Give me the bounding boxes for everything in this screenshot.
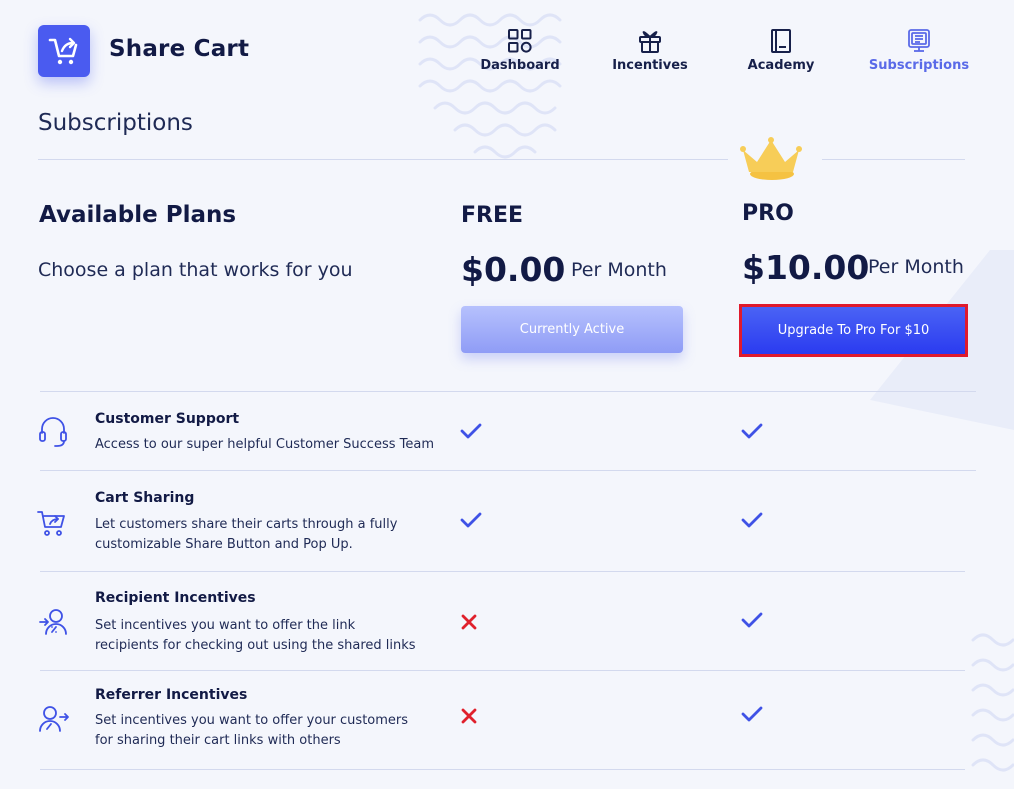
page-title: Subscriptions [38, 110, 193, 136]
nav-label: Subscriptions [868, 58, 970, 73]
currently-active-button: Currently Active [461, 306, 683, 353]
feature-title: Recipient Incentives [95, 590, 256, 606]
table-divider [40, 670, 965, 671]
free-plan-price: $0.00 [461, 250, 566, 289]
check-icon [460, 423, 482, 439]
header-divider-right [822, 159, 965, 160]
recipient-user-icon [39, 609, 67, 635]
feature-description: Set incentives you want to offer your cu… [95, 713, 409, 748]
cart-share-icon [37, 511, 65, 536]
check-icon [741, 512, 763, 528]
feature-description: Let customers share their carts through … [95, 517, 398, 552]
subscriptions-icon [908, 29, 930, 52]
grid-icon [508, 29, 532, 53]
feature-title: Referrer Incentives [95, 687, 248, 703]
check-icon [741, 423, 763, 439]
subscriptions-page: Share Cart Dashboard Incentives Academy … [0, 0, 1014, 789]
free-plan-name: FREE [461, 203, 524, 228]
plans-subheading: Choose a plan that works for you [38, 259, 353, 281]
headset-icon [39, 417, 67, 447]
table-divider [40, 391, 976, 392]
table-divider [40, 769, 965, 770]
feature-description: Set incentives you want to offer the lin… [95, 618, 416, 653]
check-icon [741, 706, 763, 722]
header-divider [38, 159, 728, 160]
background-wave-pattern-right [971, 633, 1014, 772]
crown-icon [740, 137, 802, 180]
nav-incentives[interactable]: Incentives [595, 26, 705, 73]
referrer-user-icon [39, 706, 69, 732]
cross-icon [461, 614, 477, 630]
nav-label: Incentives [612, 58, 688, 73]
gift-icon [639, 31, 661, 53]
share-cart-logo[interactable] [38, 25, 90, 77]
pro-plan-name: PRO [742, 201, 794, 226]
cross-icon [461, 708, 477, 724]
nav-dashboard[interactable]: Dashboard [465, 26, 575, 73]
feature-title: Customer Support [95, 411, 240, 427]
pro-plan-period: Per Month [868, 256, 964, 278]
nav-label: Dashboard [480, 58, 560, 73]
table-divider [40, 571, 965, 572]
free-plan-period: Per Month [571, 259, 667, 281]
pro-plan-price: $10.00 [742, 248, 870, 287]
cart-logo-icon [48, 37, 78, 65]
nav-academy[interactable]: Academy [726, 26, 836, 73]
nav-label: Academy [747, 58, 815, 73]
check-icon [460, 512, 482, 528]
check-icon [741, 612, 763, 628]
table-divider [40, 470, 976, 471]
upgrade-to-pro-button[interactable]: Upgrade To Pro For $10 [742, 307, 965, 354]
nav-subscriptions[interactable]: Subscriptions [864, 26, 974, 73]
feature-title: Cart Sharing [95, 490, 195, 506]
book-icon [771, 29, 791, 53]
brand-name: Share Cart [109, 36, 250, 62]
plans-heading: Available Plans [39, 202, 237, 228]
background-wave-pattern [418, 13, 562, 159]
feature-description: Access to our super helpful Customer Suc… [95, 437, 434, 452]
